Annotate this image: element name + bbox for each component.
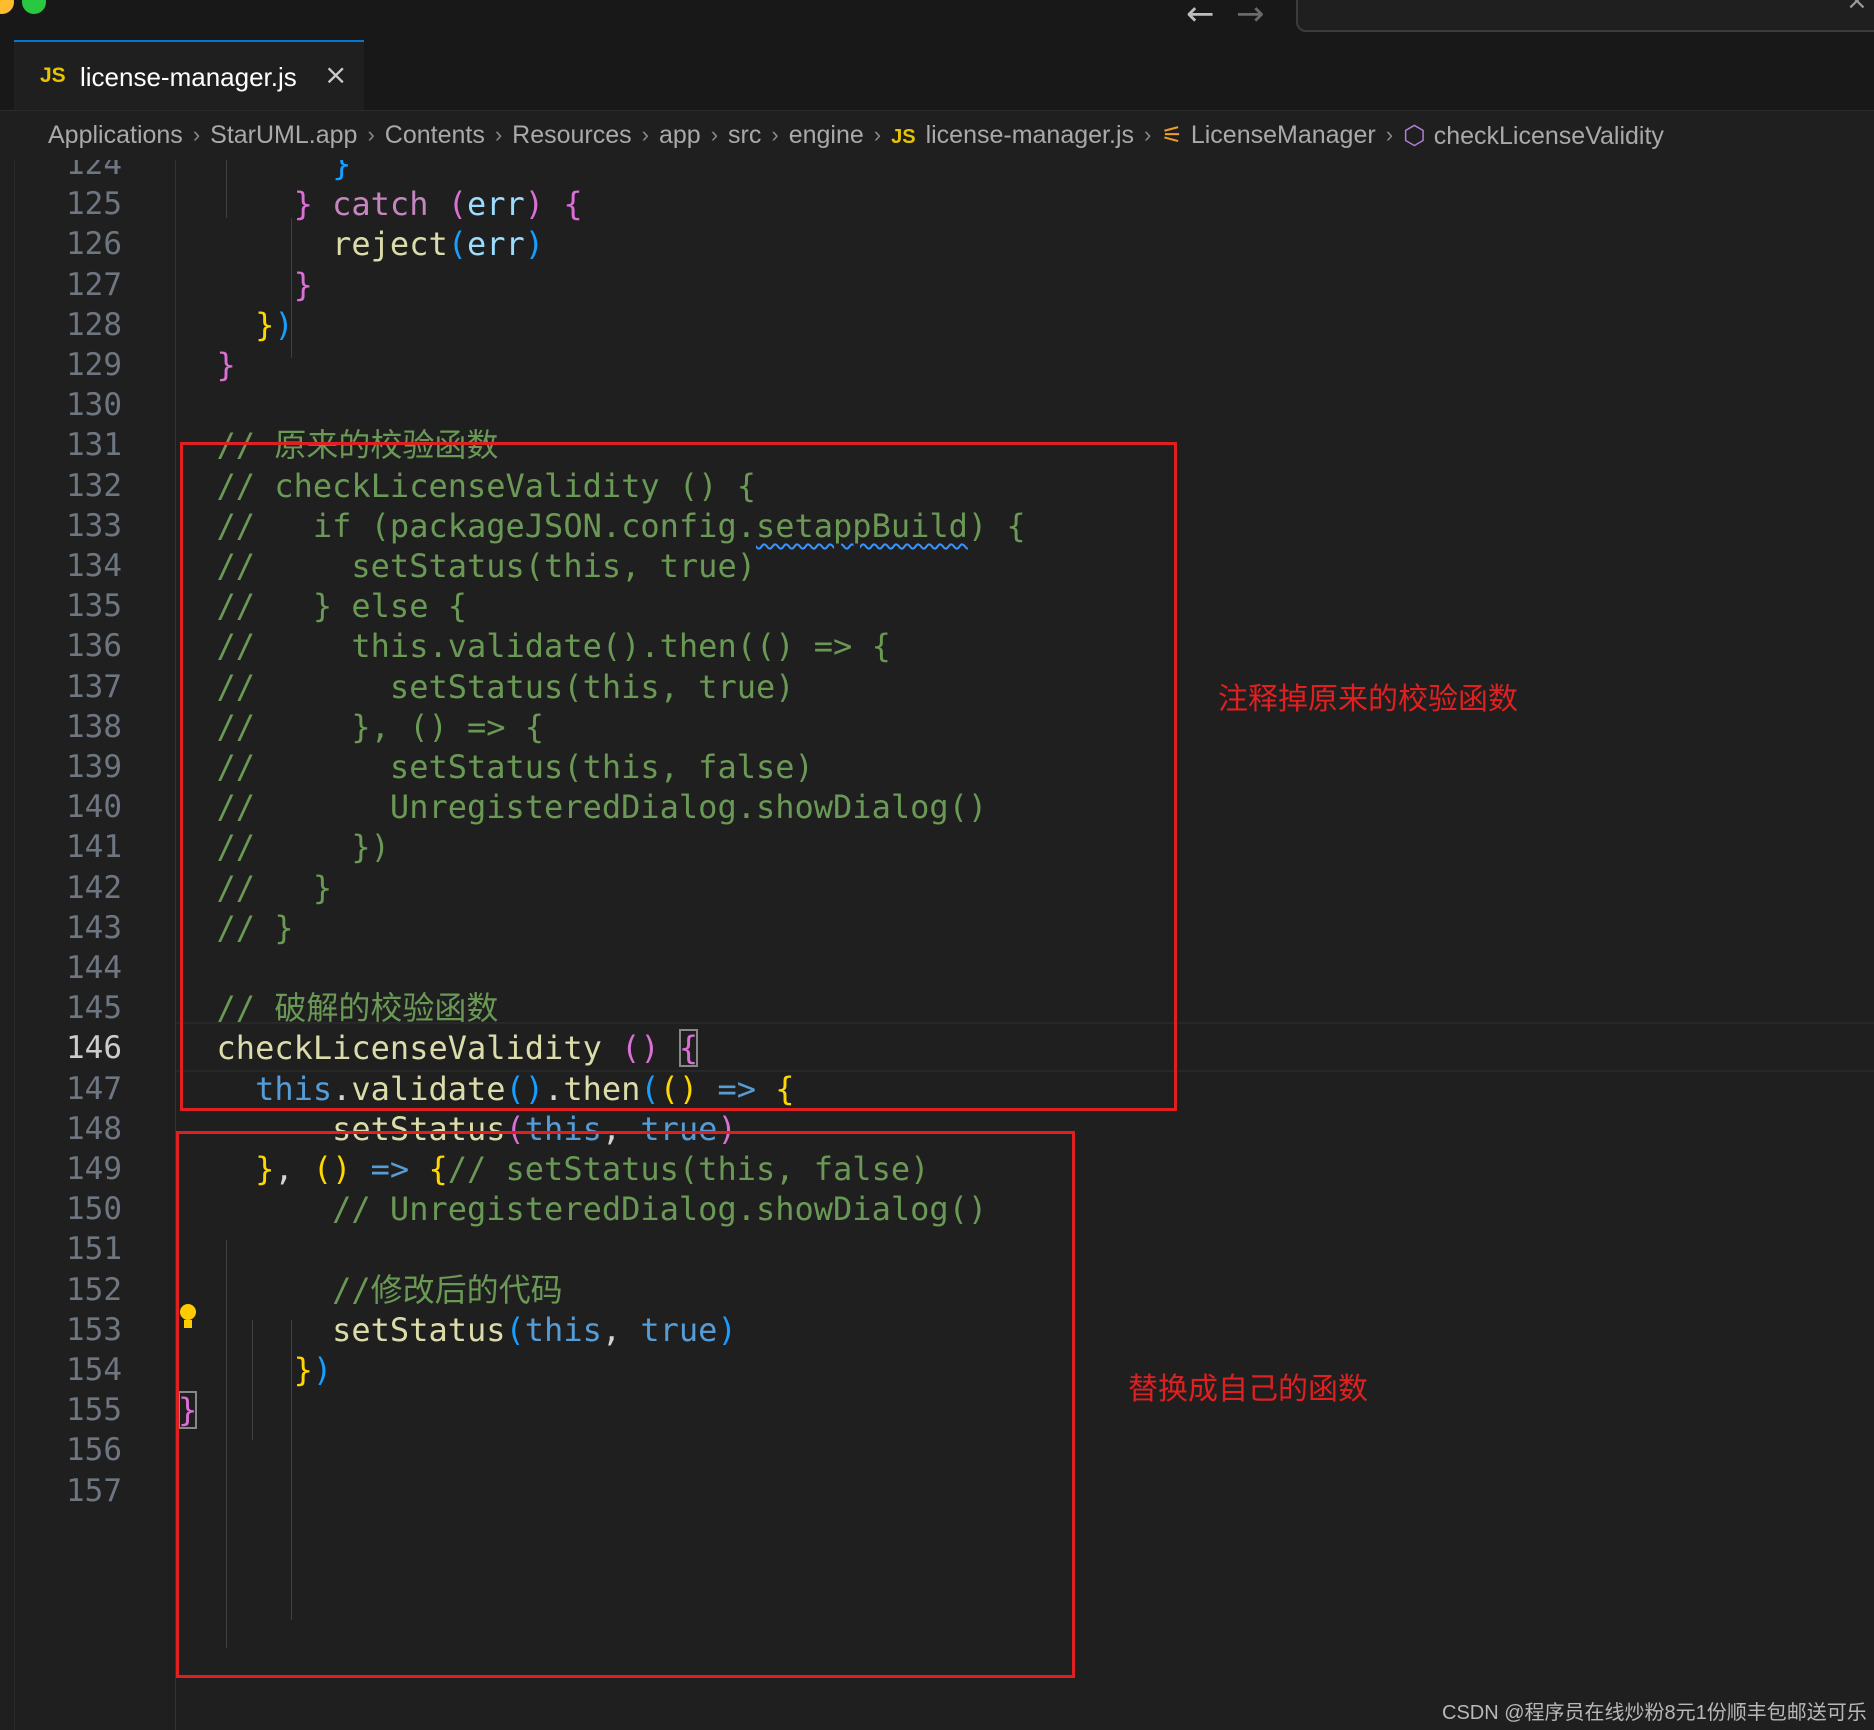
javascript-file-icon: JS (40, 64, 66, 87)
breadcrumb-item[interactable]: Applications (48, 121, 183, 150)
chevron-right-icon: › (1144, 122, 1152, 147)
breadcrumb-label: app (658, 120, 701, 149)
code-token: ) (274, 305, 294, 344)
code-token: ( (447, 225, 467, 264)
command-center-search[interactable] (1296, 0, 1874, 32)
code-token: } (293, 265, 313, 304)
code-token: { (563, 185, 583, 224)
code-token: } (255, 305, 275, 344)
code-token: ) (524, 225, 545, 264)
code-token: } (216, 346, 236, 384)
csdn-watermark: CSDN @程序员在线炒粉8元1份顺丰包邮送可乐 (1442, 1702, 1867, 1724)
method-icon: ⬡ (1403, 119, 1426, 150)
breadcrumb-item[interactable]: ⚟ LicenseManager (1161, 121, 1375, 150)
replaced-function-highlight-box (176, 1131, 1075, 1678)
code-token: reject (332, 225, 448, 264)
chevron-right-icon: › (771, 122, 779, 147)
chevron-right-icon: › (367, 122, 375, 147)
class-icon: ⚟ (1161, 121, 1183, 149)
breadcrumb-label: StarUML.app (210, 120, 358, 149)
line-number: 157 (66, 1472, 122, 1509)
code-token: err (466, 185, 525, 224)
code-token: } (293, 185, 333, 224)
breadcrumb-label: Contents (384, 120, 485, 149)
code-token: catch (332, 185, 429, 224)
breadcrumb-item[interactable]: app (659, 121, 701, 150)
breadcrumb-label: checkLicenseValidity (1433, 121, 1664, 150)
window-titlebar: ← → × (0, 0, 1874, 40)
go-back-icon[interactable]: ← (1186, 0, 1215, 34)
breadcrumb-item[interactable]: StarUML.app (210, 121, 357, 150)
breadcrumb-item[interactable]: Resources (512, 121, 632, 150)
breadcrumb-item[interactable]: engine (789, 121, 864, 150)
chevron-right-icon: › (641, 122, 649, 147)
close-tab-icon[interactable]: × (324, 58, 347, 91)
breadcrumb-label: Applications (48, 120, 183, 149)
replaced-function-annotation: 替换成自己的函数 (1128, 1373, 1368, 1406)
breadcrumb-label: Resources (512, 120, 632, 149)
original-function-highlight-box (180, 442, 1177, 1111)
breadcrumb: Applications › StarUML.app › Contents › Resour… (48, 110, 1874, 160)
zoom-window-button[interactable] (22, 0, 46, 14)
original-function-annotation: 注释掉原来的校验函数 (1218, 683, 1518, 716)
tab-label: license-manager.js (80, 62, 297, 92)
breadcrumb-item[interactable]: src (728, 121, 761, 150)
chevron-right-icon: › (192, 122, 201, 147)
breadcrumb-label: engine (788, 120, 864, 149)
breadcrumb-item[interactable]: JS license-manager.js (891, 121, 1134, 150)
breadcrumb-item[interactable]: ⬡ checkLicenseValidity (1403, 120, 1664, 151)
code-token: err (466, 225, 525, 264)
breadcrumb-item[interactable]: Contents (385, 121, 485, 150)
javascript-file-icon: JS (891, 125, 916, 148)
tab-license-manager[interactable]: JS license-manager.js × (14, 40, 364, 110)
breadcrumb-label: src (728, 120, 762, 149)
editor-tab-bar: JS license-manager.js × (0, 40, 1874, 111)
code-token: ( (447, 185, 467, 224)
close-icon[interactable]: × (1846, 0, 1868, 16)
chevron-right-icon: › (1385, 122, 1394, 147)
breadcrumb-label: LicenseManager (1190, 120, 1376, 149)
chevron-right-icon: › (494, 122, 503, 147)
chevron-right-icon: › (710, 122, 719, 147)
breadcrumb-label: license-manager.js (925, 120, 1134, 149)
chevron-right-icon: › (873, 122, 882, 147)
go-forward-icon[interactable]: → (1236, 0, 1265, 34)
code-token: ) (524, 185, 545, 224)
minimize-window-button[interactable] (0, 0, 14, 14)
